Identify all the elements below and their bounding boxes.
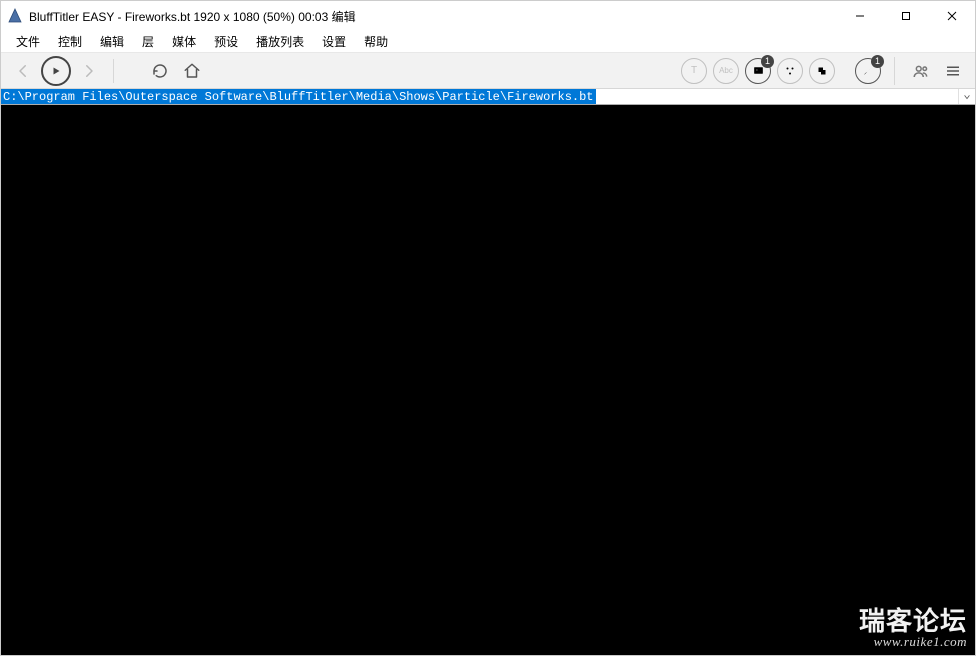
menu-playlist[interactable]: 播放列表: [247, 31, 313, 52]
nodes-icon: [777, 58, 803, 84]
titlebar: BluffTitler EASY - Fireworks.bt 1920 x 1…: [1, 1, 975, 31]
text-icon: T: [681, 58, 707, 84]
forward-button[interactable]: [75, 57, 103, 85]
refresh-button[interactable]: [146, 57, 174, 85]
path-dropdown[interactable]: [958, 89, 975, 104]
nodes-tool[interactable]: [776, 57, 804, 85]
menu-layer[interactable]: 层: [133, 31, 163, 52]
watermark: 瑞客论坛 www.ruike1.com: [859, 608, 967, 649]
menu-file[interactable]: 文件: [7, 31, 49, 52]
watermark-line2: www.ruike1.com: [859, 635, 967, 649]
path-bar[interactable]: C:\Program Files\Outerspace Software\Blu…: [1, 89, 975, 105]
menu-button[interactable]: [939, 57, 967, 85]
copy-icon: [809, 58, 835, 84]
home-button[interactable]: [178, 57, 206, 85]
app-icon: [7, 8, 23, 24]
preview-canvas[interactable]: 瑞客论坛 www.ruike1.com: [1, 105, 975, 655]
brush-tool[interactable]: 1: [854, 57, 882, 85]
menu-settings[interactable]: 设置: [313, 31, 355, 52]
close-button[interactable]: [929, 1, 975, 31]
toolbar-right: T Abc 1: [680, 57, 967, 85]
play-button[interactable]: [41, 56, 71, 86]
menu-help[interactable]: 帮助: [355, 31, 397, 52]
window-title: BluffTitler EASY - Fireworks.bt 1920 x 1…: [29, 8, 356, 25]
minimize-button[interactable]: [837, 1, 883, 31]
abc-icon: Abc: [713, 58, 739, 84]
toolbar: T Abc 1: [1, 53, 975, 89]
abc-tool[interactable]: Abc: [712, 57, 740, 85]
menubar: 文件 控制 编辑 层 媒体 预设 播放列表 设置 帮助: [1, 31, 975, 53]
maximize-button[interactable]: [883, 1, 929, 31]
menu-preset[interactable]: 预设: [205, 31, 247, 52]
image-tool-badge: 1: [761, 55, 774, 68]
path-text[interactable]: C:\Program Files\Outerspace Software\Blu…: [1, 89, 596, 104]
users-button[interactable]: [907, 57, 935, 85]
menu-control[interactable]: 控制: [49, 31, 91, 52]
menu-media[interactable]: 媒体: [163, 31, 205, 52]
copy-tool[interactable]: [808, 57, 836, 85]
menu-edit[interactable]: 编辑: [91, 31, 133, 52]
play-icon: [41, 56, 71, 86]
image-tool[interactable]: 1: [744, 57, 772, 85]
back-button[interactable]: [9, 57, 37, 85]
watermark-line1: 瑞客论坛: [859, 608, 967, 635]
brush-tool-badge: 1: [871, 55, 884, 68]
text-tool[interactable]: T: [680, 57, 708, 85]
